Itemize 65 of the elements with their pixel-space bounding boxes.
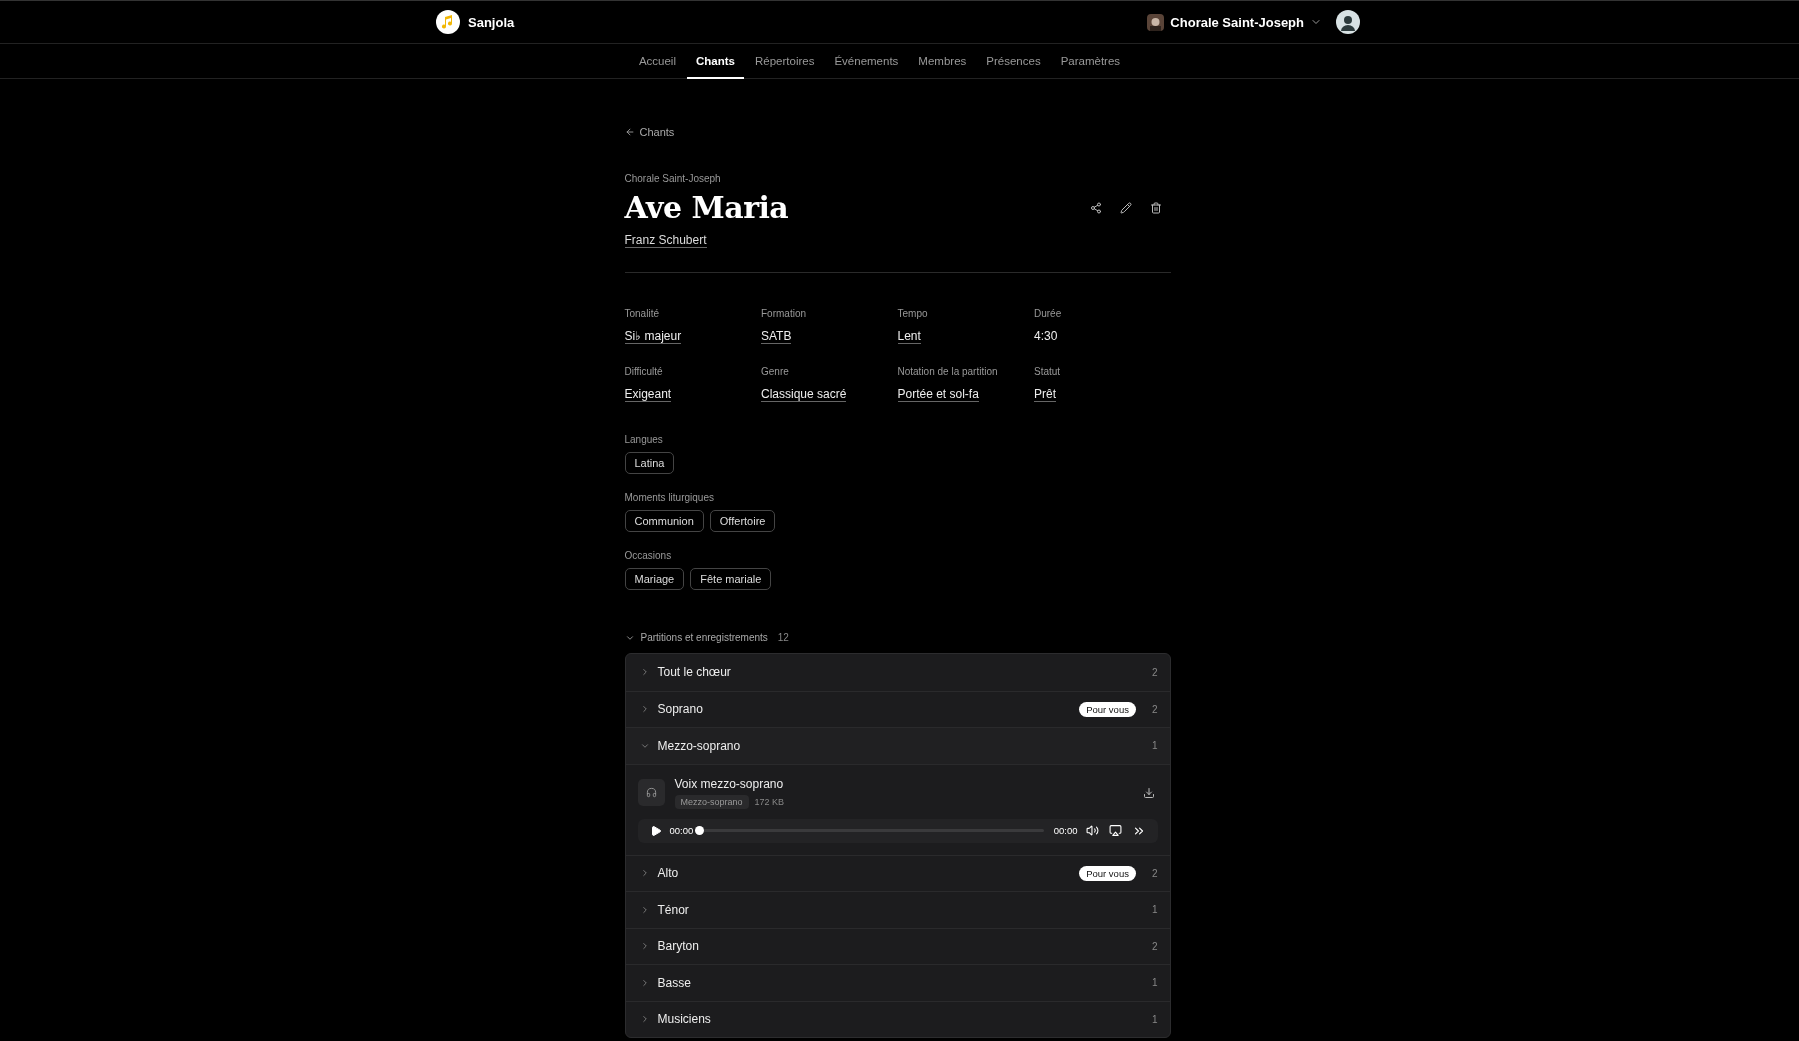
back-link[interactable]: Chants xyxy=(624,126,675,138)
section-toggle[interactable]: Partitions et enregistrements 12 xyxy=(624,632,789,643)
voice-group-row[interactable]: Mezzo-soprano 1 xyxy=(625,727,1170,764)
detail-value: 4:30 xyxy=(1034,329,1058,343)
detail-link[interactable]: Si♭ majeur xyxy=(624,329,682,344)
current-time: 00:00 xyxy=(669,825,694,836)
detail-label: Genre xyxy=(761,366,790,377)
tag: Latina xyxy=(624,452,675,474)
detail-label: Durée xyxy=(1034,308,1063,319)
detail-label: Statut xyxy=(1034,366,1062,377)
detail-label: Tonalité xyxy=(624,308,660,319)
nav-tab[interactable]: Chants xyxy=(687,44,744,79)
voice-group-row[interactable]: Baryton 2 xyxy=(625,927,1170,964)
app-name: Sanjola xyxy=(468,14,515,30)
voice-group-row[interactable]: Ténor 1 xyxy=(625,891,1170,928)
download-icon xyxy=(1142,786,1155,799)
nav-tab[interactable]: Répertoires xyxy=(745,44,824,79)
trash-icon xyxy=(1149,201,1162,214)
tag: Communion xyxy=(624,510,704,532)
file-title: Voix mezzo-soprano xyxy=(674,776,785,791)
tag: Offertoire xyxy=(709,510,776,532)
voice-part-tag: Mezzo-soprano xyxy=(674,794,749,809)
organization-label: Chorale Saint-Joseph xyxy=(624,173,722,184)
nav-tab[interactable]: Paramètres xyxy=(1051,44,1130,79)
song-title: Ave Maria xyxy=(624,190,789,225)
arrow-left-icon xyxy=(624,127,635,137)
nav-tab[interactable]: Membres xyxy=(909,44,976,79)
voice-group-row[interactable]: Tout le chœur 2 xyxy=(625,654,1170,691)
organization-switcher[interactable]: Chorale Saint-Joseph xyxy=(1147,13,1322,31)
headphones-glyph-icon xyxy=(645,787,657,798)
composer-link[interactable]: Franz Schubert xyxy=(624,233,707,248)
voice-group-row[interactable]: Alto Pour vous 2 xyxy=(625,854,1170,891)
detail-link[interactable]: Lent xyxy=(897,329,921,344)
nav-tab[interactable]: Événements xyxy=(825,44,908,79)
tag: Fête mariale xyxy=(690,568,772,590)
share-icon xyxy=(1089,201,1102,214)
volume-button[interactable] xyxy=(1083,824,1101,837)
user-avatar[interactable] xyxy=(1336,10,1360,34)
app-logo-icon xyxy=(436,10,460,34)
tag: Mariage xyxy=(624,568,685,590)
total-time: 00:00 xyxy=(1053,825,1078,836)
detail-link[interactable]: Prêt xyxy=(1034,387,1056,402)
volume-icon xyxy=(1085,824,1099,837)
file-size: 172 KB xyxy=(754,796,785,807)
nav-tab[interactable]: Présences xyxy=(977,44,1050,79)
pencil-icon xyxy=(1119,201,1132,214)
tag-group-label: Langues xyxy=(624,434,664,445)
voice-group-row[interactable]: Basse 1 xyxy=(625,964,1170,1001)
detail-link[interactable]: Classique sacré xyxy=(761,387,847,402)
detail-label: Tempo xyxy=(897,308,929,319)
nav-tab[interactable]: Accueil xyxy=(629,44,685,79)
tag-group-label: Moments liturgiques xyxy=(624,492,715,503)
airplay-button[interactable] xyxy=(1106,824,1124,837)
organization-icon xyxy=(1147,13,1165,31)
detail-link[interactable]: Exigeant xyxy=(624,387,672,402)
detail-link[interactable]: SATB xyxy=(761,329,792,344)
detail-label: Difficulté xyxy=(624,366,664,377)
detail-label: Formation xyxy=(761,308,807,319)
voice-group-row[interactable]: Musiciens 1 xyxy=(625,1000,1170,1037)
airplay-icon xyxy=(1108,824,1122,837)
play-icon xyxy=(649,824,662,837)
detail-label: Notation de la partition xyxy=(897,366,999,377)
progress-thumb[interactable] xyxy=(695,826,705,835)
tag-group-label: Occasions xyxy=(624,550,673,561)
detail-link[interactable]: Portée et sol-fa xyxy=(897,387,979,402)
